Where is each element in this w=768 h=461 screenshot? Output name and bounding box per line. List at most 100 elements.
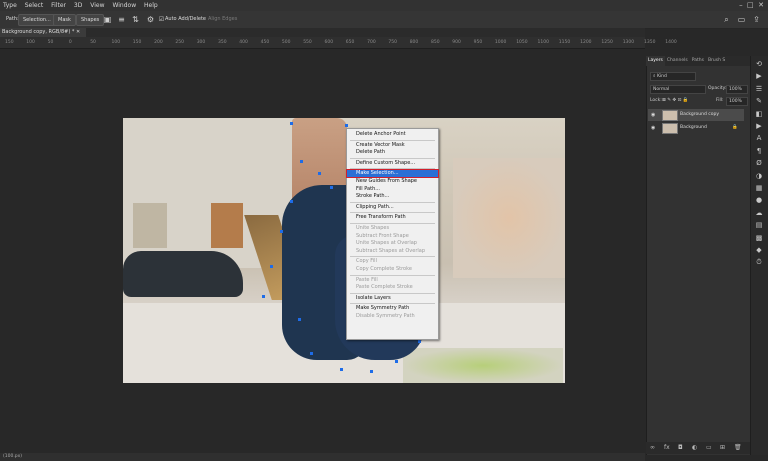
menu-separator — [350, 168, 435, 170]
menu-window[interactable]: Window — [109, 0, 139, 11]
fill-input[interactable]: 100% — [726, 97, 748, 106]
anchor-point[interactable] — [290, 122, 293, 125]
menu-item-delete-anchor-point[interactable]: Delete Anchor Point — [347, 131, 438, 138]
anchor-point[interactable] — [270, 265, 273, 268]
swatches-icon[interactable]: ▦ — [754, 184, 764, 193]
anchor-point[interactable] — [310, 352, 313, 355]
anchor-point[interactable] — [298, 318, 301, 321]
brush-icon[interactable]: ✎ — [754, 97, 764, 106]
menu-3d[interactable]: 3D — [71, 0, 85, 11]
path-arrangement-icon[interactable]: ⇅ — [131, 15, 140, 24]
layer-row-background[interactable]: ◉ Background 🔒 — [648, 122, 744, 134]
menu-item-copy-fill: Copy Fill — [356, 258, 377, 265]
search-icon[interactable]: ⌕ — [722, 15, 731, 24]
blend-mode-dropdown[interactable]: Normal — [650, 85, 706, 94]
timeline-icon[interactable]: ⏱ — [754, 258, 764, 267]
shapes-button[interactable]: Shapes — [76, 14, 105, 26]
layer-row-background-copy[interactable]: ◉ Background copy — [648, 109, 744, 121]
adjustments-icon[interactable]: ◑ — [754, 172, 764, 181]
anchor-point[interactable] — [418, 340, 421, 343]
menu-item-create-vector-mask[interactable]: Create Vector Mask — [347, 142, 438, 149]
anchor-point[interactable] — [330, 186, 333, 189]
menu-item-define-custom-shape[interactable]: Define Custom Shape... — [347, 160, 438, 167]
ruler-tick: 100 — [26, 40, 35, 45]
path-operations-icon[interactable]: ▣ — [103, 15, 112, 24]
maximize-icon[interactable]: □ — [747, 1, 754, 9]
path-alignment-icon[interactable]: ≡ — [117, 15, 126, 24]
eye-icon[interactable]: ◉ — [651, 109, 655, 121]
tab-paths[interactable]: Paths — [690, 56, 706, 66]
character-icon[interactable]: A — [754, 134, 764, 143]
tab-layers[interactable]: Layers — [646, 56, 665, 66]
menu-item-make-selection[interactable]: Make Selection... — [346, 169, 439, 179]
menu-item-make-symmetry-path[interactable]: Make Symmetry Path — [347, 305, 438, 312]
menu-item-fill-path[interactable]: Fill Path... — [347, 186, 438, 193]
share-icon[interactable]: ⇪ — [752, 15, 761, 24]
link-layers-icon[interactable]: ∞ — [650, 442, 655, 454]
new-group-icon[interactable]: ▭ — [706, 442, 712, 454]
gear-icon[interactable]: ⚙ — [146, 15, 155, 24]
anchor-point[interactable] — [370, 370, 373, 373]
anchor-point[interactable] — [280, 230, 283, 233]
menu-separator — [350, 274, 435, 276]
add-mask-icon[interactable]: ◘ — [678, 442, 683, 454]
lock-icons[interactable]: ⊠ ✎ ✥ ⊡ 🔒 — [662, 97, 688, 105]
eye-icon[interactable]: ◉ — [651, 122, 655, 134]
libraries-icon[interactable]: ☁ — [754, 209, 764, 218]
anchor-point[interactable] — [300, 160, 303, 163]
align-edges-label[interactable]: Align Edges — [208, 15, 237, 24]
3d-icon[interactable]: ◆ — [754, 246, 764, 255]
menu-item-stroke-path[interactable]: Stroke Path... — [347, 193, 438, 200]
menu-type[interactable]: Type — [0, 0, 20, 11]
anchor-point[interactable] — [345, 124, 348, 127]
anchor-point[interactable] — [318, 172, 321, 175]
anchor-point[interactable] — [395, 360, 398, 363]
anchor-point[interactable] — [262, 295, 265, 298]
menu-filter[interactable]: Filter — [48, 0, 69, 11]
selection-button[interactable]: Selection... — [18, 14, 56, 26]
actions-icon[interactable]: ▶ — [754, 72, 764, 81]
new-layer-icon[interactable]: ⊞ — [720, 442, 725, 454]
adjustment-layer-icon[interactable]: ◐ — [692, 442, 697, 454]
ruler-tick: 650 — [345, 40, 355, 45]
opacity-input[interactable]: 100% — [726, 85, 748, 94]
menu-item-isolate-layers[interactable]: Isolate Layers — [347, 295, 438, 302]
menu-item-copy-complete-stroke: Copy Complete Stroke — [356, 266, 412, 272]
auto-add-delete-label: Auto Add/Delete — [165, 16, 206, 22]
menu-select[interactable]: Select — [22, 0, 47, 11]
patterns-icon[interactable]: ▩ — [754, 234, 764, 243]
menu-item-delete-path[interactable]: Delete Path — [347, 149, 438, 156]
menu-item-new-guides-from-shape[interactable]: New Guides From Shape — [347, 178, 438, 185]
menu-item-clipping-path[interactable]: Clipping Path... — [347, 204, 438, 211]
workspace-icon[interactable]: ▭ — [737, 15, 746, 24]
opacity-label: Opacity: — [708, 86, 727, 91]
glyphs-icon[interactable]: Ø — [754, 159, 764, 168]
close-tab-icon[interactable]: ✕ — [76, 29, 80, 35]
clone-source-icon[interactable]: ◧ — [754, 110, 764, 119]
anchor-point[interactable] — [340, 368, 343, 371]
properties-icon[interactable]: ☰ — [754, 85, 764, 94]
document-tab[interactable]: Background copy, RGB/8#) * ✕ — [0, 28, 87, 37]
menu-item-unite-shapes-at-overlap: Unite Shapes at Overlap — [356, 240, 417, 247]
mask-button[interactable]: Mask — [53, 14, 76, 26]
history-icon[interactable]: ⟲ — [754, 60, 764, 69]
tab-brush-settings[interactable]: Brush S — [706, 56, 727, 66]
fx-icon[interactable]: fx — [664, 442, 670, 454]
tab-channels[interactable]: Channels — [665, 56, 690, 66]
kind-filter-dropdown[interactable]: ⌕ Kind — [650, 72, 696, 81]
close-icon[interactable]: ✕ — [758, 1, 764, 9]
play-icon[interactable]: ▶ — [754, 122, 764, 131]
menu-view[interactable]: View — [87, 0, 107, 11]
color-icon[interactable]: ● — [754, 196, 764, 205]
anchor-point[interactable] — [290, 200, 293, 203]
menu-item-free-transform-path[interactable]: Free Transform Path — [347, 214, 438, 221]
trash-icon[interactable]: 🗑 — [734, 442, 742, 454]
menu-help[interactable]: Help — [141, 0, 161, 11]
menu-item-subtract-shapes-at-overlap: Subtract Shapes at Overlap — [356, 247, 426, 254]
ruler-tick: 950 — [473, 40, 483, 45]
minimize-icon[interactable]: – — [739, 1, 743, 9]
paragraph-icon[interactable]: ¶ — [754, 147, 764, 156]
gradient-icon[interactable]: ▤ — [754, 221, 764, 230]
menu-separator — [350, 303, 435, 305]
background-car — [123, 251, 243, 297]
